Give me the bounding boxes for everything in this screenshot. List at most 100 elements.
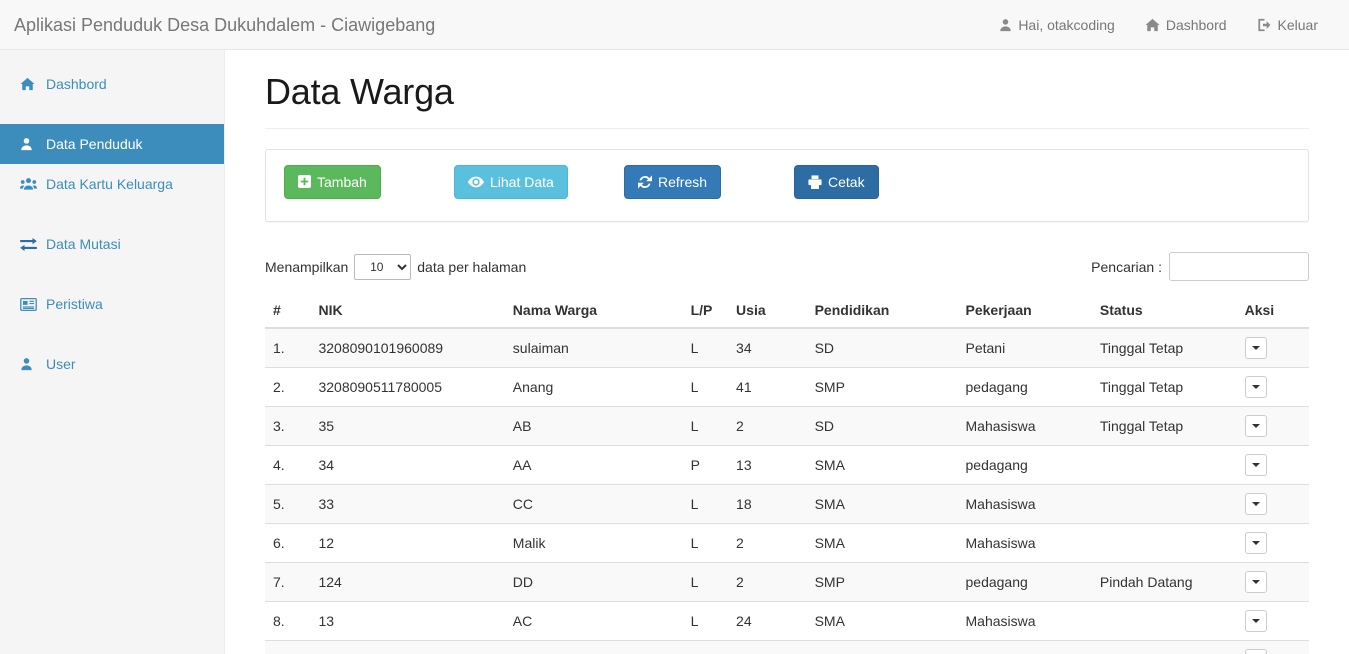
user-icon: [999, 18, 1012, 32]
cell-lp: L: [682, 483, 729, 524]
user-icon: [20, 357, 37, 371]
cell-pendidikan: SMA: [806, 483, 958, 524]
cetak-button-label: Cetak: [828, 173, 865, 190]
cell-pendidikan: SMA: [806, 444, 958, 485]
page-length-suffix: data per halaman: [417, 258, 527, 275]
search-label: Pencarian :: [1091, 258, 1162, 275]
cetak-button[interactable]: Cetak: [794, 164, 879, 199]
cell-aksi: [1236, 327, 1309, 368]
cell-usia: 2: [728, 405, 807, 446]
cell-pekerjaan: Mahasiswa: [957, 483, 1092, 524]
refresh-button-label: Refresh: [658, 173, 708, 190]
navbar-links: Hai, otakcoding Dashbord Keluar: [984, 17, 1333, 33]
action-button-panel: Tambah Lihat Data Refresh Cetak: [265, 148, 1309, 222]
column-header-pekerjaan: Pekerjaan: [957, 293, 1092, 329]
navbar-logout-link[interactable]: Keluar: [1242, 17, 1333, 33]
tambah-button[interactable]: Tambah: [284, 164, 381, 199]
sidebar-item-data-kartu-keluarga[interactable]: Data Kartu Keluarga: [0, 164, 224, 204]
sidebar-item-peristiwa[interactable]: Peristiwa: [0, 284, 224, 324]
table-row: 5. 33 CC L 18 SMA Mahasiswa: [265, 483, 1309, 524]
tambah-button-label: Tambah: [317, 173, 367, 190]
table-header-row: # NIK Nama Warga L/P Usia Pendidikan Pek…: [265, 293, 1309, 329]
cell-pendidikan: SMP: [806, 366, 958, 407]
table-row: 9.677BaimL2Tidak Sekolah-Meninggal: [265, 639, 1309, 654]
cell-pekerjaan: Petani: [957, 327, 1092, 368]
caret-down-icon: [1251, 423, 1260, 428]
cell-usia: 24: [728, 600, 807, 641]
cell-pendidikan: SMA: [806, 522, 958, 563]
sidebar-item-data-mutasi[interactable]: Data Mutasi: [0, 224, 224, 264]
cell-nik: 33: [310, 483, 505, 524]
home-icon: [1145, 18, 1160, 32]
cell-aksi: [1236, 405, 1309, 446]
table-row: 8. 13 AC L 24 SMA Mahasiswa: [265, 600, 1309, 641]
row-action-dropdown-button[interactable]: [1244, 492, 1267, 515]
cell-usia: 34: [728, 327, 807, 368]
sidebar-item-dashbord[interactable]: Dashbord: [0, 64, 224, 104]
cell-status: Tinggal Tetap: [1091, 366, 1237, 407]
cell-aksi: [1236, 366, 1309, 407]
row-action-dropdown-button[interactable]: [1244, 531, 1267, 554]
cell-pekerjaan: Mahasiswa: [957, 600, 1092, 641]
caret-down-icon: [1251, 501, 1260, 506]
navbar-user-greeting-label: Hai, otakcoding: [1018, 16, 1115, 33]
cell-status: [1091, 600, 1237, 641]
caret-down-icon: [1251, 345, 1260, 350]
column-header-pendidikan: Pendidikan: [806, 293, 958, 329]
cell-lp: P: [682, 444, 729, 485]
cell-lp: L: [682, 639, 729, 654]
row-action-dropdown-button[interactable]: [1244, 336, 1267, 359]
sidebar-item-label: Data Mutasi: [46, 236, 121, 252]
cell-pendidikan: SMA: [806, 600, 958, 641]
cell-status: [1091, 522, 1237, 563]
cell-no: 1.: [265, 327, 311, 368]
sidebar-item-label: Peristiwa: [46, 296, 103, 312]
sidebar-item-label: Data Penduduk: [46, 136, 143, 152]
page-title: Data Warga: [265, 71, 454, 112]
cell-nama-warga: Malik: [504, 522, 683, 563]
cell-nik: 12: [310, 522, 505, 563]
cell-nik: 35: [310, 405, 505, 446]
row-action-dropdown-button[interactable]: [1244, 453, 1267, 476]
table-row: 3. 35 AB L 2 SD Mahasiswa Tinggal Tetap: [265, 405, 1309, 446]
cell-nik: 3208090511780005: [310, 366, 505, 407]
cell-nik: 677: [310, 639, 505, 654]
cell-pendidikan: SMP: [806, 561, 958, 602]
print-icon: [808, 175, 822, 189]
cell-pekerjaan: Mahasiswa: [957, 405, 1092, 446]
title-divider: [265, 127, 1309, 129]
refresh-button[interactable]: Refresh: [624, 164, 722, 199]
cell-pendidikan: Tidak Sekolah: [806, 639, 958, 654]
table-body: 1. 3208090101960089 sulaiman L 34 SD Petani Tin…: [265, 327, 1309, 654]
cell-lp: L: [682, 405, 729, 446]
row-action-dropdown-button[interactable]: [1244, 609, 1267, 632]
column-header-no: #: [265, 293, 311, 329]
caret-down-icon: [1251, 618, 1260, 623]
page-length-select[interactable]: 102550100: [354, 253, 412, 280]
cell-pendidikan: SD: [806, 405, 958, 446]
table-row: 4. 34 AA P 13 SMA pedagang: [265, 444, 1309, 485]
sidebar-item-data-penduduk[interactable]: Data Penduduk: [0, 124, 224, 164]
exchange-icon: [20, 237, 37, 251]
cell-status: Meninggal: [1091, 639, 1237, 654]
row-action-dropdown-button[interactable]: [1244, 375, 1267, 398]
lihat-data-button[interactable]: Lihat Data: [454, 164, 568, 199]
row-action-dropdown-button[interactable]: [1244, 570, 1267, 593]
cell-usia: 13: [728, 444, 807, 485]
search-input[interactable]: [1169, 252, 1309, 282]
cell-no: 8.: [265, 600, 311, 641]
cell-aksi: [1236, 522, 1309, 563]
navbar-user-greeting[interactable]: Hai, otakcoding: [984, 17, 1130, 33]
navbar-logout-label: Keluar: [1277, 16, 1318, 33]
navbar-dashboard-link[interactable]: Dashbord: [1130, 17, 1242, 33]
row-action-dropdown-button[interactable]: [1244, 648, 1267, 654]
cell-nik: 3208090101960089: [310, 327, 505, 368]
cell-lp: L: [682, 522, 729, 563]
sidebar-item-user[interactable]: User: [0, 344, 224, 384]
row-action-dropdown-button[interactable]: [1244, 414, 1267, 437]
cell-status: Tinggal Tetap: [1091, 327, 1237, 368]
cell-no: 5.: [265, 483, 311, 524]
cell-lp: L: [682, 600, 729, 641]
